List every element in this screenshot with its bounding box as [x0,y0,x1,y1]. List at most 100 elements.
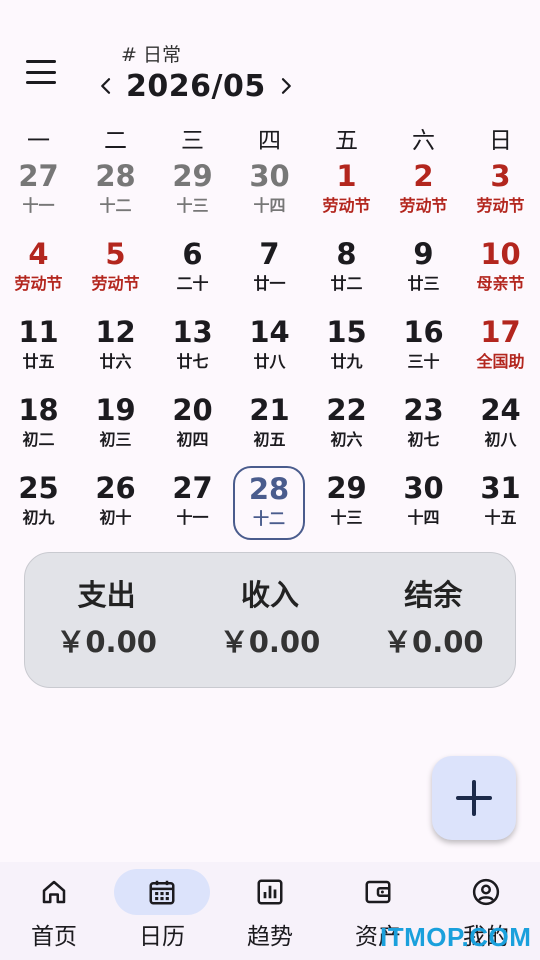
day-number: 17 [480,315,521,349]
lunar-label: 母亲节 [476,274,525,293]
lunar-label: 初七 [407,430,440,449]
lunar-label: 劳动节 [91,274,140,293]
month-navigator: 2026/05 [92,66,300,106]
previous-month-button[interactable] [92,66,120,106]
calendar-day[interactable]: 27 十一 [0,155,77,233]
day-number: 23 [403,393,444,427]
day-number: 22 [326,393,367,427]
summary-card: 支出 ￥0.00 收入 ￥0.00 结余 ￥0.00 [24,552,516,688]
lunar-label: 十一 [22,196,55,215]
calendar-day[interactable]: 12 廿六 [77,311,154,389]
calendar-day[interactable]: 17 全国助 [462,311,539,389]
nav-label-trend: 趋势 [247,924,293,950]
calendar-day[interactable]: 11 廿五 [0,311,77,389]
calendar-day[interactable]: 2 劳动节 [385,155,462,233]
calendar-day[interactable]: 9 廿三 [385,233,462,311]
calendar-day[interactable]: 25 初九 [0,467,77,545]
calendar-day[interactable]: 15 廿九 [308,311,385,389]
day-number: 28 [95,159,136,193]
calendar-day[interactable]: 24 初八 [462,389,539,467]
calendar-day[interactable]: 20 初四 [154,389,231,467]
calendar-day[interactable]: 26 初十 [77,467,154,545]
day-number: 6 [182,237,203,271]
lunar-label: 十二 [252,509,285,528]
calendar-day[interactable]: 30 十四 [385,467,462,545]
calendar-day[interactable]: 19 初三 [77,389,154,467]
nav-item-home[interactable]: 首页 [0,862,108,960]
day-number: 9 [413,237,434,271]
calendar-day[interactable]: 18 初二 [0,389,77,467]
calendar-day[interactable]: 22 初六 [308,389,385,467]
calendar-day[interactable]: 21 初五 [231,389,308,467]
calendar-day[interactable]: 27 十一 [154,467,231,545]
calendar-day[interactable]: 7 廿一 [231,233,308,311]
nav-item-trend[interactable]: 趋势 [216,862,324,960]
day-number: 11 [18,315,59,349]
weekday-label: 日 [489,128,512,152]
income-value: ￥0.00 [219,625,321,659]
lunar-label: 十二 [99,196,132,215]
lunar-label: 十一 [176,508,209,527]
menu-button[interactable] [26,60,56,84]
calendar-day[interactable]: 16 三十 [385,311,462,389]
day-number: 27 [18,159,59,193]
balance-summary: 结余 ￥0.00 [358,573,508,667]
lunar-label: 廿八 [253,352,286,371]
calendar-day[interactable]: 29 十三 [154,155,231,233]
chevron-left-icon [101,78,111,94]
lunar-label: 劳动节 [476,196,525,215]
day-number: 18 [18,393,59,427]
month-title[interactable]: 2026/05 [126,69,266,104]
nav-label-calendar: 日历 [139,924,185,950]
lunar-label: 廿五 [22,352,55,371]
day-number: 24 [480,393,521,427]
next-month-button[interactable] [272,66,300,106]
book-selector[interactable]: # 日常 [121,40,181,67]
calendar-day[interactable]: 28 十二 [77,155,154,233]
lunar-label: 廿一 [253,274,286,293]
calendar-day[interactable]: 14 廿八 [231,311,308,389]
lunar-label: 初三 [99,430,132,449]
calendar-day[interactable]: 1 劳动节 [308,155,385,233]
lunar-label: 廿三 [407,274,440,293]
lunar-label: 初四 [176,430,209,449]
day-number: 30 [403,471,444,505]
wallet-icon [365,880,391,904]
lunar-label: 十三 [330,508,363,527]
lunar-label: 劳动节 [14,274,63,293]
day-number: 7 [259,237,280,271]
day-number: 21 [249,393,290,427]
day-number: 1 [336,159,357,193]
weekday-label: 三 [181,128,204,152]
lunar-label: 劳动节 [322,196,371,215]
home-icon [42,880,66,904]
calendar-day[interactable]: 5 劳动节 [77,233,154,311]
day-number: 2 [413,159,434,193]
weekday-label: 一 [27,128,50,152]
lunar-label: 廿六 [99,352,132,371]
day-number: 28 [248,472,290,506]
day-number: 19 [95,393,136,427]
calendar-day[interactable]: 6 二十 [154,233,231,311]
calendar-day[interactable]: 8 廿二 [308,233,385,311]
day-number: 15 [326,315,367,349]
balance-label: 结余 [404,578,463,612]
nav-item-calendar[interactable]: 日历 [108,862,216,960]
calendar-day[interactable]: 31 十五 [462,467,539,545]
add-record-button[interactable] [432,756,516,840]
weekday-label: 二 [104,128,127,152]
calendar-day[interactable]: 10 母亲节 [462,233,539,311]
calendar-day[interactable]: 29 十三 [308,467,385,545]
lunar-label: 全国助 [476,352,525,371]
calendar-day[interactable]: 3 劳动节 [462,155,539,233]
menu-icon [26,60,56,63]
lunar-label: 劳动节 [399,196,448,215]
calendar-day-today[interactable]: 28 十二 [233,466,305,540]
calendar-day[interactable]: 4 劳动节 [0,233,77,311]
chart-icon [257,879,283,905]
lunar-label: 廿七 [176,352,209,371]
calendar-day[interactable]: 30 十四 [231,155,308,233]
calendar-day[interactable]: 13 廿七 [154,311,231,389]
calendar-day[interactable]: 23 初七 [385,389,462,467]
day-number: 12 [95,315,136,349]
